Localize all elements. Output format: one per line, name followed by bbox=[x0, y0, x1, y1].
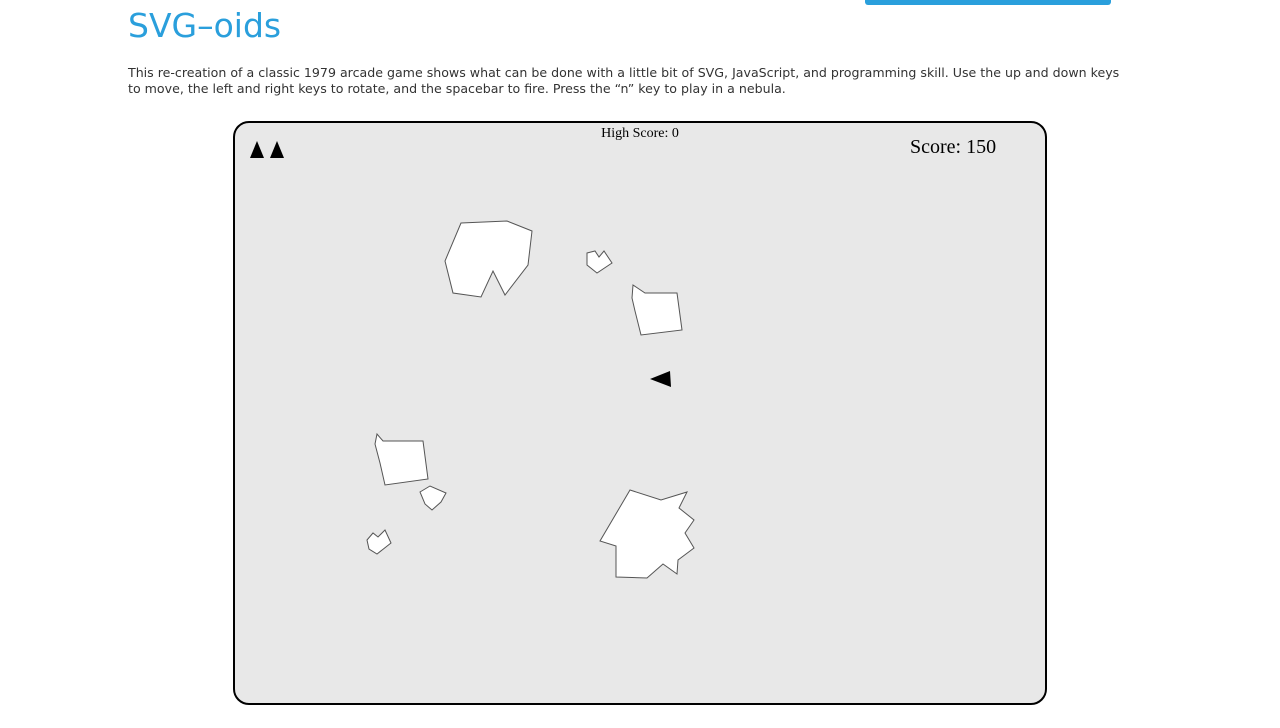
page-title: SVG–oids bbox=[128, 6, 282, 45]
game-board[interactable]: High Score: 0 Score: 150 bbox=[233, 121, 1047, 705]
asteroid bbox=[586, 250, 613, 274]
asteroid bbox=[444, 220, 533, 298]
intro-paragraph: This re-creation of a classic 1979 arcad… bbox=[128, 65, 1120, 96]
asteroid bbox=[599, 489, 695, 579]
top-accent-bar bbox=[865, 0, 1111, 5]
score: Score: 150 bbox=[910, 136, 997, 158]
asteroid bbox=[374, 432, 429, 486]
asteroid bbox=[419, 485, 447, 511]
game-canvas[interactable] bbox=[235, 123, 1045, 703]
life-ship-icon bbox=[250, 141, 264, 158]
player-ship-icon bbox=[650, 371, 671, 387]
asteroid bbox=[631, 284, 683, 336]
life-ship-icon bbox=[270, 141, 284, 158]
asteroid bbox=[366, 529, 392, 555]
